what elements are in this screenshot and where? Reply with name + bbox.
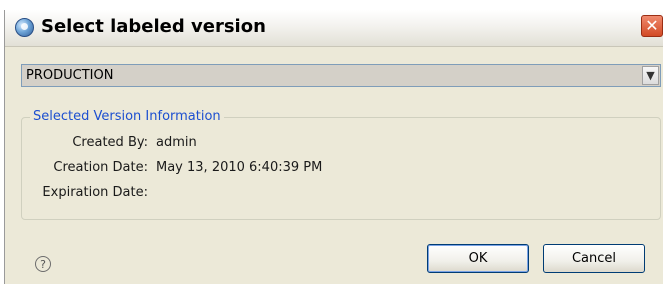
app-icon [15, 18, 34, 37]
chevron-down-icon: ▼ [646, 69, 655, 82]
expiration-date-label: Expiration Date: [42, 185, 148, 200]
creation-date-label: Creation Date: [53, 160, 148, 175]
cancel-button[interactable]: Cancel [543, 244, 645, 273]
help-icon: ? [40, 257, 46, 271]
close-icon: ✕ [645, 16, 659, 35]
dialog-title: Select labeled version [41, 16, 266, 37]
dropdown-arrow-button[interactable]: ▼ [642, 66, 659, 85]
creation-date-value: May 13, 2010 6:40:39 PM [156, 160, 323, 175]
version-dropdown[interactable]: PRODUCTION ▼ [21, 64, 661, 87]
title-bar[interactable]: Select labeled version ✕ [5, 10, 663, 47]
info-row-expiration-date: Expiration Date: [22, 185, 662, 201]
info-row-created-by: Created By: admin [22, 135, 662, 151]
help-button[interactable]: ? [35, 256, 51, 272]
version-dropdown-value: PRODUCTION [26, 68, 114, 83]
group-legend: Selected Version Information [30, 109, 224, 125]
created-by-label: Created By: [72, 135, 148, 150]
ok-button[interactable]: OK [427, 244, 529, 273]
close-button[interactable]: ✕ [641, 15, 663, 37]
info-row-creation-date: Creation Date: May 13, 2010 6:40:39 PM [22, 160, 662, 176]
created-by-value: admin [156, 135, 197, 150]
select-labeled-version-dialog: Select labeled version ✕ PRODUCTION ▼ Se… [4, 10, 663, 284]
version-info-group: Selected Version Information Created By:… [21, 109, 662, 220]
